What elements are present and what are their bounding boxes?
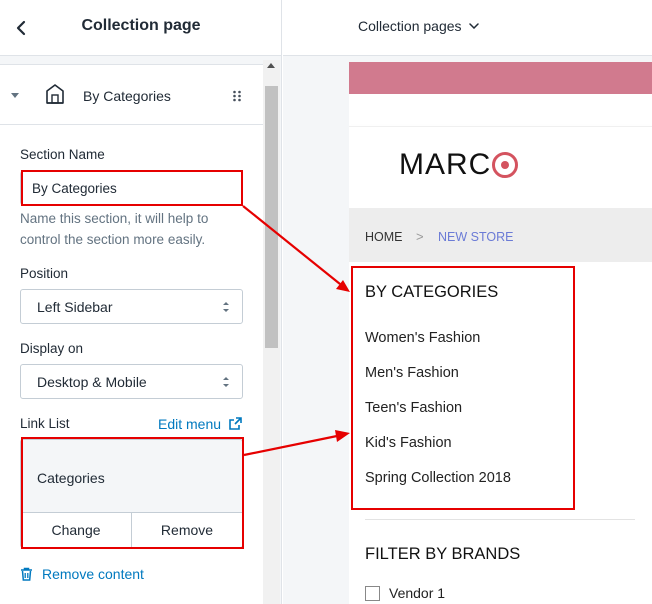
logo-mark-icon	[492, 152, 519, 178]
remove-content-link[interactable]: Remove content	[20, 566, 144, 582]
breadcrumb-current: NEW STORE	[438, 230, 514, 244]
highlight-categories	[351, 266, 575, 510]
select-arrows-icon	[223, 302, 229, 312]
breadcrumb: HOME > NEW STORE	[349, 208, 652, 262]
preview-topbar: Collection pages	[283, 0, 652, 56]
position-label: Position	[20, 266, 69, 281]
trash-icon	[21, 567, 32, 581]
section-label: By Categories	[83, 88, 171, 104]
page-type-label: Collection pages	[358, 18, 462, 34]
divider	[365, 519, 635, 520]
section-icon	[46, 84, 64, 104]
remove-content-label: Remove content	[42, 566, 144, 582]
section-name-label: Section Name	[20, 147, 105, 162]
chevron-down-icon	[468, 23, 479, 29]
breadcrumb-home[interactable]: HOME	[365, 230, 403, 244]
promo-bar	[349, 62, 652, 94]
position-value: Left Sidebar	[37, 299, 113, 315]
panel-header: Collection page	[0, 0, 281, 56]
section-name-help: Name this section, it will help to contr…	[20, 211, 209, 247]
scrollbar-thumb[interactable]	[265, 86, 278, 348]
store-logo[interactable]: MARC	[399, 148, 519, 182]
display-on-value: Desktop & Mobile	[37, 374, 147, 390]
store-header: MARC	[349, 126, 652, 208]
section-row[interactable]: By Categories	[0, 64, 263, 125]
display-on-select[interactable]: Desktop & Mobile	[20, 364, 243, 399]
logo-text: MARC	[399, 148, 492, 181]
page-type-select[interactable]: Collection pages	[358, 18, 479, 34]
brands-heading: FILTER BY BRANDS	[365, 545, 521, 563]
select-arrows-icon	[223, 377, 229, 387]
highlight-link-list	[21, 437, 244, 549]
highlight-section-name	[21, 170, 243, 206]
position-select[interactable]: Left Sidebar	[20, 289, 243, 324]
panel-title: Collection page	[81, 17, 201, 34]
link-list-label: Link List	[20, 416, 70, 431]
caret-down-icon[interactable]	[11, 93, 19, 98]
vendor-checkbox[interactable]	[365, 585, 380, 601]
vendor-filter[interactable]: Vendor 1	[365, 585, 445, 601]
breadcrumb-separator-icon: >	[416, 229, 424, 244]
drag-handle-icon[interactable]	[232, 89, 242, 103]
display-on-label: Display on	[20, 341, 84, 356]
edit-menu-link[interactable]: Edit menu	[158, 416, 221, 432]
vendor-label: Vendor 1	[389, 585, 446, 601]
scroll-up-icon[interactable]	[267, 63, 275, 68]
external-link-icon[interactable]	[229, 417, 242, 430]
